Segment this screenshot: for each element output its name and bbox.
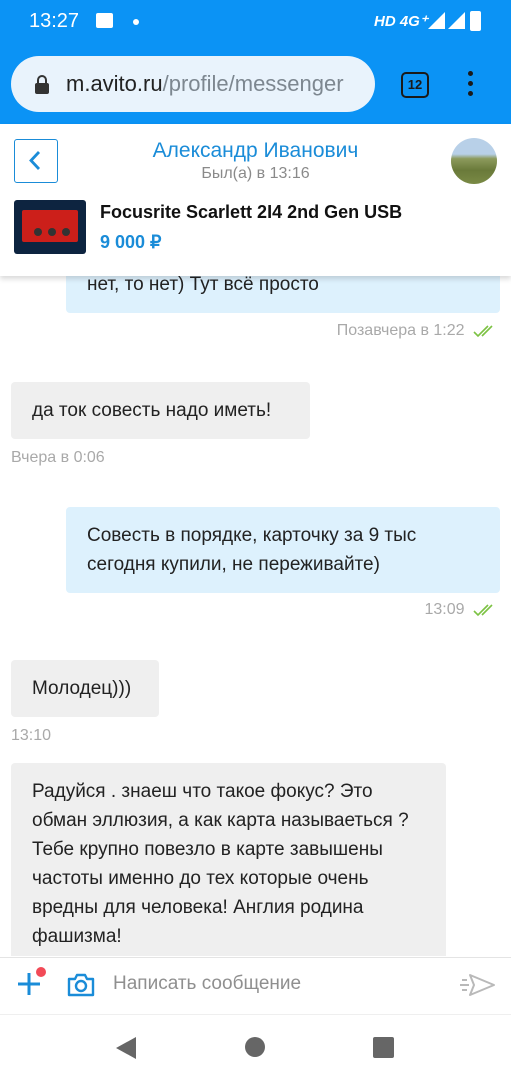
contact-name[interactable]: Александр Иванович (0, 139, 511, 163)
browser-toolbar: m.avito.ru/profile/messenger 12 (0, 44, 511, 124)
status-time: 13:27 (29, 10, 80, 32)
chat-header: Александр Иванович Был(а) в 13:16 Focusr… (0, 124, 511, 276)
signal-icon (428, 12, 445, 29)
address-bar[interactable]: m.avito.ru/profile/messenger (11, 56, 375, 112)
message-time: 13:10 (11, 727, 52, 744)
send-icon[interactable] (460, 971, 496, 999)
tabs-icon[interactable]: 12 (401, 72, 429, 98)
url-path: /profile/messenger (162, 71, 344, 96)
lock-icon (35, 75, 49, 94)
item-title[interactable]: Focusrite Scarlett 2I4 2nd Gen USB (100, 202, 402, 223)
message-input[interactable]: Написать сообщение (113, 973, 301, 995)
message-bubble-incoming: Радуйся . знаеш что такое фокус? Это обм… (11, 763, 446, 956)
signal-icon (448, 12, 465, 29)
status-bar: 13:27 HD 4G⁺ (0, 0, 511, 44)
message-bubble-incoming: да ток совесть надо иметь! (11, 382, 310, 439)
message-time: Вчера в 0:06 (11, 449, 105, 466)
item-price: 9 000 ₽ (100, 232, 162, 252)
message-text: Радуйся . знаеш что такое фокус? Это обм… (32, 781, 409, 947)
url-domain: m.avito.ru (66, 71, 163, 96)
notification-dot-icon (133, 19, 139, 25)
notification-dot-icon (36, 967, 46, 977)
nav-recent-apps-icon[interactable] (373, 1037, 394, 1058)
item-thumbnail[interactable] (14, 200, 86, 254)
avatar[interactable] (451, 138, 497, 184)
message-composer: Написать сообщение (0, 957, 511, 1014)
message-time: Позавчера в 1:22 (336, 322, 465, 339)
message-bubble-outgoing: нет, то нет) Тут всё просто (66, 276, 500, 313)
message-text: нет, то нет) Тут всё просто (87, 276, 319, 295)
url-text: m.avito.ru/profile/messenger (66, 71, 344, 97)
message-meta: 13:09 (425, 601, 500, 619)
message-time: 13:09 (424, 601, 465, 618)
camera-icon[interactable] (66, 972, 96, 998)
image-icon (96, 13, 113, 28)
message-meta: Позавчера в 1:22 (337, 322, 499, 340)
message-text: Молодец))) (32, 678, 132, 699)
message-bubble-incoming: Молодец))) (11, 660, 159, 717)
read-ticks-icon (473, 325, 493, 337)
message-bubble-outgoing: Совесть в порядке, карточку за 9 тыс сег… (66, 507, 500, 593)
read-ticks-icon (473, 604, 493, 616)
message-list: нет, то нет) Тут всё просто Позавчера в … (0, 276, 511, 956)
nav-back-icon[interactable] (116, 1037, 136, 1059)
more-menu-icon[interactable] (466, 71, 474, 99)
network-type: HD 4G⁺ (374, 13, 428, 30)
message-text: да ток совесть надо иметь! (32, 400, 272, 421)
battery-icon (470, 11, 481, 31)
nav-home-icon[interactable] (245, 1037, 265, 1057)
message-text: Совесть в порядке, карточку за 9 тыс сег… (87, 525, 417, 575)
last-seen: Был(а) в 13:16 (201, 165, 310, 182)
system-nav-bar (0, 1014, 511, 1081)
